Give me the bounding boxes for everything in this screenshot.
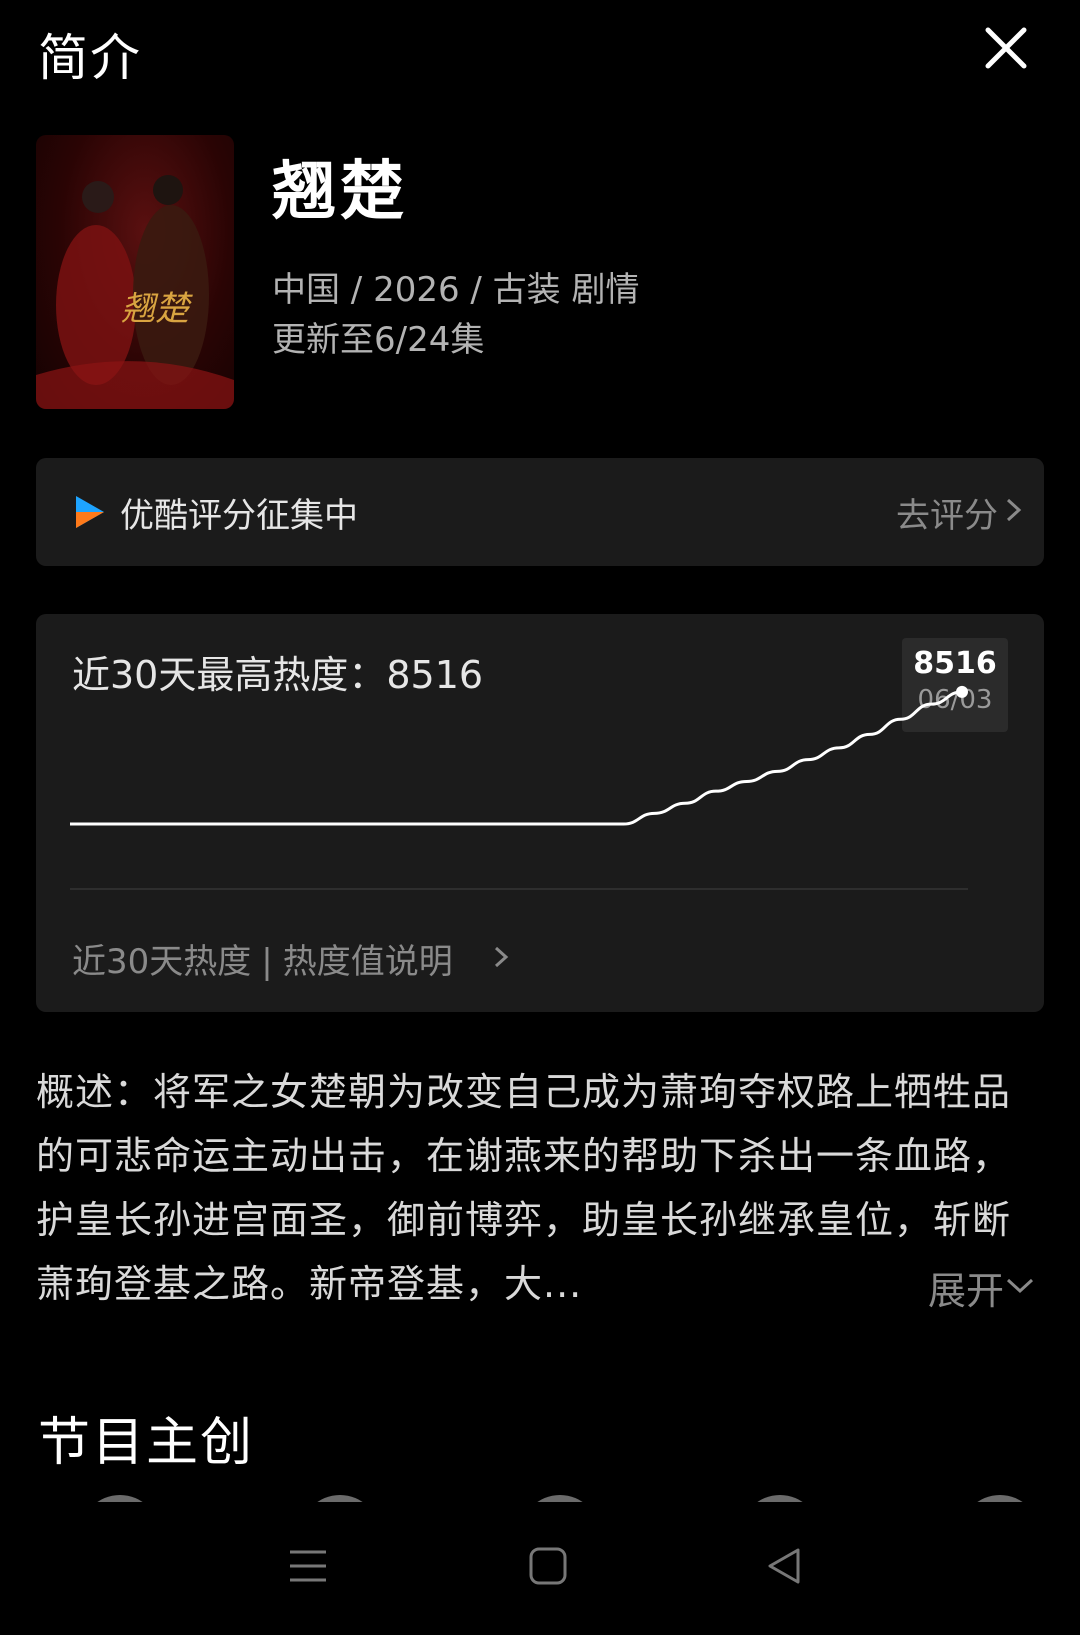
summary-text: 概述：将军之女楚朝为改变自己成为萧珣夺权路上牺牲品的可悲命运主动出击，在谢燕来的… bbox=[36, 1070, 1012, 1306]
heat-line bbox=[69, 690, 963, 826]
peak-point bbox=[956, 685, 968, 698]
rating-label: 优酷评分征集中 bbox=[120, 496, 358, 536]
chevron-down-icon[interactable] bbox=[1004, 1276, 1036, 1296]
home-icon[interactable] bbox=[528, 1546, 568, 1586]
menu-icon[interactable] bbox=[288, 1546, 328, 1586]
show-title: 翘楚 bbox=[272, 155, 408, 229]
poster-art: 翘楚 bbox=[36, 175, 234, 409]
episode-update: 更新至6/24集 bbox=[272, 320, 485, 360]
back-icon[interactable] bbox=[764, 1546, 804, 1586]
heat-footer-label: 近30天热度 bbox=[72, 942, 252, 982]
heat-footer-sep: | bbox=[261, 942, 273, 982]
chevron-right-icon bbox=[1006, 498, 1022, 522]
rate-link[interactable]: 去评分 bbox=[896, 488, 998, 537]
creators-title: 节目主创 bbox=[38, 1413, 255, 1473]
expand-button[interactable]: 展开 bbox=[918, 1260, 1005, 1315]
show-meta: 中国 / 2026 / 古装 剧情 bbox=[272, 270, 640, 310]
page-title: 简介 bbox=[38, 29, 142, 87]
heat-footer: 近30天热度 | 热度值说明 bbox=[72, 934, 453, 983]
poster-title: 翘楚 bbox=[121, 289, 193, 329]
system-nav-bar bbox=[0, 1502, 1080, 1635]
rating-card[interactable]: 优酷评分征集中 去评分 bbox=[36, 458, 1044, 566]
close-icon[interactable] bbox=[980, 22, 1032, 74]
heat-card: 近30天最高热度：8516 8516 06/03 近30天热度 | 热度值说明 bbox=[36, 614, 1044, 1012]
heat-explain-link[interactable]: 热度值说明 bbox=[283, 942, 453, 982]
chevron-right-icon bbox=[494, 946, 509, 968]
youku-logo-icon bbox=[76, 496, 104, 528]
show-poster[interactable]: 翘楚 bbox=[36, 135, 234, 409]
